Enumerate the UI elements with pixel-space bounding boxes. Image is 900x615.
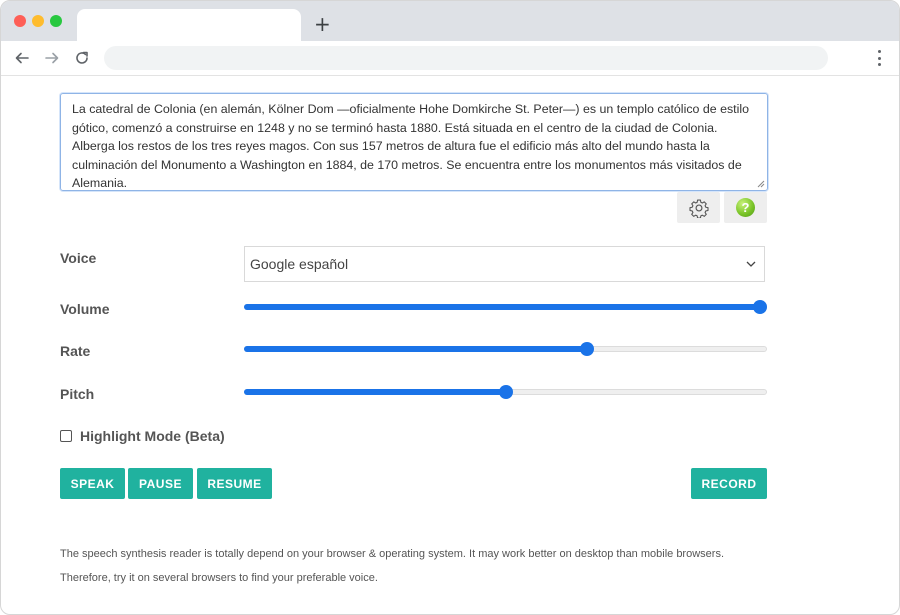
page-content: La catedral de Colonia (en alemán, Kölne… (1, 76, 899, 614)
volume-slider-fill (244, 304, 760, 310)
pitch-slider-thumb[interactable] (498, 385, 513, 399)
help-button[interactable]: ? (724, 192, 767, 223)
help-icon: ? (736, 198, 755, 217)
browser-toolbar (1, 41, 899, 76)
tab-strip: + (1, 1, 899, 41)
address-bar[interactable] (104, 46, 828, 70)
maximize-window-button[interactable] (50, 15, 62, 27)
forward-icon[interactable] (43, 49, 61, 67)
rate-slider-fill (244, 346, 587, 352)
close-window-button[interactable] (14, 15, 26, 27)
rate-slider[interactable] (244, 341, 767, 357)
back-icon[interactable] (13, 49, 31, 67)
reload-icon[interactable] (73, 49, 91, 67)
volume-slider-thumb[interactable] (753, 300, 767, 314)
highlight-mode-checkbox[interactable] (60, 430, 72, 442)
text-input-area[interactable]: La catedral de Colonia (en alemán, Kölne… (60, 93, 768, 191)
settings-button[interactable] (677, 192, 720, 223)
voice-select[interactable]: Google español (244, 246, 765, 282)
browser-window: + La catedral de Colonia (en alemán, Köl… (0, 0, 900, 615)
browser-tip-note: Therefore, try it on several browsers to… (60, 572, 378, 584)
text-input[interactable]: La catedral de Colonia (en alemán, Kölne… (61, 94, 767, 190)
volume-slider[interactable] (244, 299, 767, 315)
pause-button[interactable]: PAUSE (128, 468, 193, 499)
active-tab[interactable] (77, 9, 301, 41)
voice-label: Voice (60, 250, 97, 266)
speak-button[interactable]: SPEAK (60, 468, 125, 499)
voice-select-value: Google español (250, 256, 349, 272)
highlight-mode-row: Highlight Mode (Beta) (60, 428, 225, 444)
rate-slider-thumb[interactable] (579, 342, 594, 356)
pitch-slider[interactable] (244, 384, 767, 400)
browser-support-note: The speech synthesis reader is totally d… (60, 548, 724, 560)
volume-label: Volume (60, 301, 110, 317)
rate-label: Rate (60, 343, 91, 359)
gear-icon (688, 199, 709, 218)
pitch-label: Pitch (60, 386, 95, 402)
new-tab-button[interactable]: + (314, 13, 331, 35)
pitch-slider-fill (244, 389, 506, 395)
resume-button[interactable]: RESUME (197, 468, 272, 499)
highlight-mode-label[interactable]: Highlight Mode (Beta) (80, 428, 225, 444)
record-button[interactable]: RECORD (691, 468, 767, 499)
chevron-down-icon (746, 261, 756, 267)
menu-icon[interactable] (873, 50, 885, 66)
minimize-window-button[interactable] (32, 15, 44, 27)
resize-grip-icon[interactable] (757, 180, 765, 188)
